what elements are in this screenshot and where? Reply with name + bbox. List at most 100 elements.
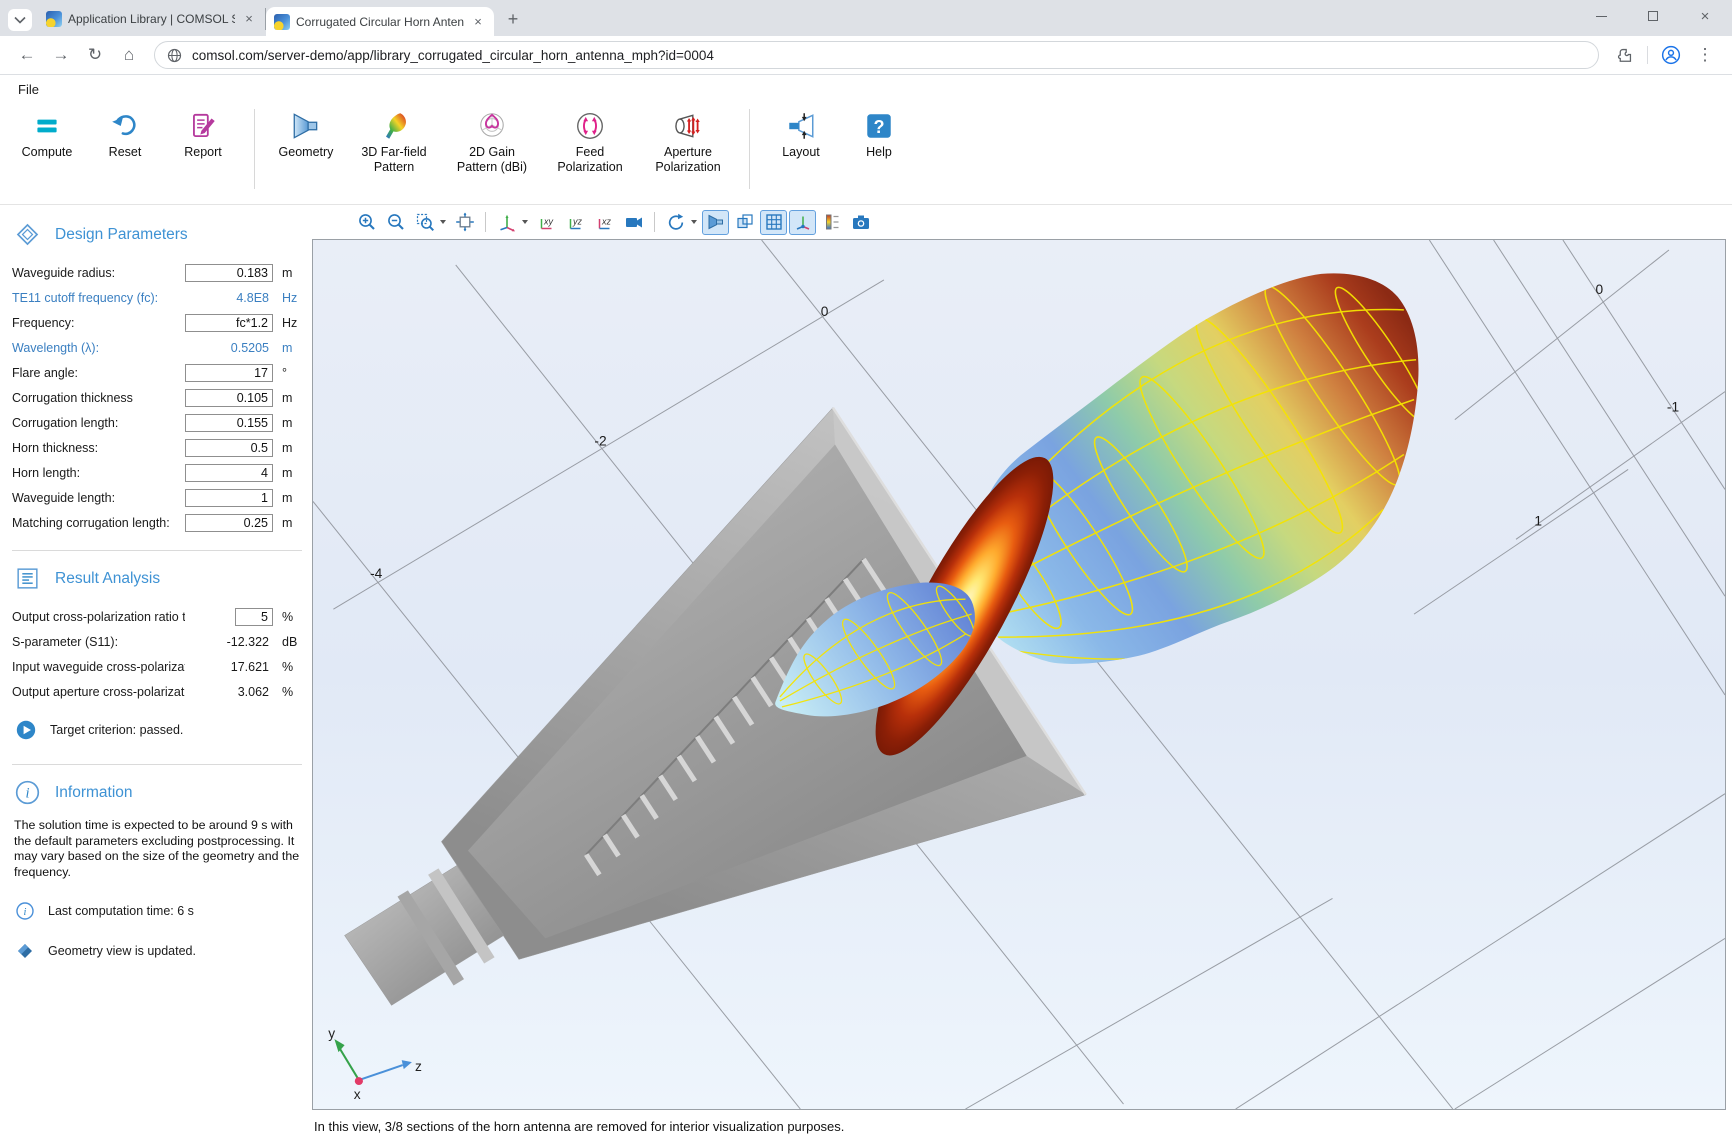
parameter-unit: % — [282, 660, 302, 674]
show-axes-button[interactable] — [789, 210, 816, 235]
svg-text:yz: yz — [572, 217, 583, 227]
file-menu[interactable]: File — [14, 80, 43, 99]
parameter-label: Corrugation thickness — [12, 391, 185, 405]
reload-button[interactable]: ↻ — [81, 41, 109, 69]
browser-menu-button[interactable]: ⋮ — [1691, 41, 1719, 69]
parameter-row: Horn thickness:m — [12, 435, 302, 460]
window-close-button[interactable]: × — [1694, 5, 1716, 27]
zoom-in-button[interactable] — [353, 210, 380, 235]
new-tab-button[interactable]: + — [500, 6, 526, 32]
geometry-button[interactable]: Geometry — [269, 105, 343, 162]
tab-horn-antenna[interactable]: Corrugated Circular Horn Anten × — [266, 7, 494, 36]
zoom-extents-button[interactable] — [451, 210, 478, 235]
svg-text:i: i — [25, 786, 29, 802]
toolbar-separator — [654, 212, 655, 232]
parameter-row: Output aperture cross-polarization ratio… — [12, 679, 302, 704]
aperture-polarization-icon — [672, 110, 704, 142]
parameter-row: Input waveguide cross-polarization ratio… — [12, 654, 302, 679]
dropdown-caret[interactable] — [440, 220, 446, 224]
far-field-3d-button[interactable]: 3D Far-field Pattern — [347, 105, 441, 177]
gain-2d-button[interactable]: 2D Gain Pattern (dBi) — [445, 105, 539, 177]
window-maximize-button[interactable] — [1642, 5, 1664, 27]
compute-button[interactable]: Compute — [10, 105, 84, 162]
app-ribbon: Compute Reset Report Geometry3D Far-field P… — [0, 101, 1732, 205]
parameter-label: Horn length: — [12, 466, 185, 480]
parameter-unit: Hz — [282, 316, 302, 330]
dropdown-caret[interactable] — [522, 220, 528, 224]
transparency-button[interactable] — [731, 210, 758, 235]
parameter-input[interactable] — [185, 389, 273, 407]
home-button[interactable]: ⌂ — [115, 41, 143, 69]
rotate-button[interactable] — [662, 210, 689, 235]
layout-button[interactable]: Layout — [764, 105, 838, 162]
parameter-row: Corrugation length:m — [12, 410, 302, 435]
app-menubar: File — [0, 75, 1732, 101]
parameter-row: Corrugation thicknessm — [12, 385, 302, 410]
parameter-input[interactable] — [185, 314, 273, 332]
dropdown-caret[interactable] — [691, 220, 697, 224]
parameter-input[interactable] — [235, 608, 273, 626]
help-button[interactable]: ?Help — [842, 105, 916, 162]
parameter-input[interactable] — [185, 514, 273, 532]
show-geometry-icon — [706, 212, 726, 232]
parameter-value: 0.5205 — [189, 341, 273, 355]
parameter-input[interactable] — [185, 489, 273, 507]
go-to-default-view-button[interactable] — [493, 210, 520, 235]
tab-application-library[interactable]: Application Library | COMSOL S × — [38, 8, 266, 30]
section-title: Design Parameters — [55, 226, 188, 244]
rotate-icon — [666, 212, 686, 232]
parameter-value: 17.621 — [189, 660, 273, 674]
snapshot-button[interactable] — [847, 210, 874, 235]
parameter-input[interactable] — [185, 264, 273, 282]
graphics-canvas[interactable]: 0 -2 -4 0 -1 1 y z x — [312, 239, 1726, 1110]
view-xz-button[interactable]: xz — [591, 210, 618, 235]
window-minimize-button[interactable] — [1590, 5, 1612, 27]
far-field-3d-icon — [378, 110, 410, 142]
feed-polarization-button[interactable]: Feed Polarization — [543, 105, 637, 177]
parameter-label: Matching corrugation length: — [12, 516, 185, 530]
button-label: 2D Gain Pattern (dBi) — [449, 145, 535, 175]
parameter-input[interactable] — [185, 414, 273, 432]
reset-button[interactable]: Reset — [88, 105, 162, 162]
parameter-label: Wavelength (λ): — [12, 341, 185, 355]
svg-text:?: ? — [873, 117, 884, 137]
parameter-row: TE11 cutoff frequency (fc):4.8E8Hz — [12, 285, 302, 310]
go-to-default-view-icon — [497, 212, 517, 232]
parameter-label: Output aperture cross-polarization ratio… — [12, 685, 185, 699]
grid-button[interactable] — [760, 210, 787, 235]
report-button[interactable]: Report — [166, 105, 240, 162]
close-tab-icon[interactable]: × — [470, 14, 486, 30]
zoom-box-button[interactable] — [411, 210, 438, 235]
tab-title: Corrugated Circular Horn Anten — [296, 15, 464, 29]
profile-button[interactable] — [1657, 41, 1685, 69]
view-xy-button[interactable]: xy — [533, 210, 560, 235]
section-title: Result Analysis — [55, 570, 160, 588]
show-geometry-button[interactable] — [702, 210, 729, 235]
parameter-input[interactable] — [185, 364, 273, 382]
geometry-updated-row: Geometry view is updated. — [16, 942, 302, 960]
parameter-input[interactable] — [185, 439, 273, 457]
back-button[interactable]: ← — [13, 41, 41, 69]
aperture-polarization-button[interactable]: Aperture Polarization — [641, 105, 735, 177]
divider — [12, 550, 302, 551]
tab-search-button[interactable] — [8, 9, 32, 31]
view-yz-button[interactable]: yz — [562, 210, 589, 235]
forward-button[interactable]: → — [47, 41, 75, 69]
parameter-input[interactable] — [185, 464, 273, 482]
scene-light-button[interactable] — [620, 210, 647, 235]
zoom-out-button[interactable] — [382, 210, 409, 235]
geometry-diamond-icon — [16, 942, 34, 960]
parameter-label: Horn thickness: — [12, 441, 185, 455]
extensions-button[interactable] — [1610, 41, 1638, 69]
close-tab-icon[interactable]: × — [241, 11, 257, 27]
zoom-box-icon — [415, 212, 435, 232]
browser-titlebar: Application Library | COMSOL S × Corruga… — [0, 0, 1732, 36]
compute-icon — [31, 110, 63, 142]
button-label: Reset — [109, 145, 142, 160]
svg-text:i: i — [24, 907, 27, 918]
address-bar[interactable]: comsol.com/server-demo/app/library_corru… — [154, 41, 1599, 69]
color-legend-button[interactable] — [818, 210, 845, 235]
parameter-unit: ° — [282, 366, 302, 380]
section-title: Information — [55, 784, 133, 802]
parameter-unit: Hz — [282, 291, 302, 305]
